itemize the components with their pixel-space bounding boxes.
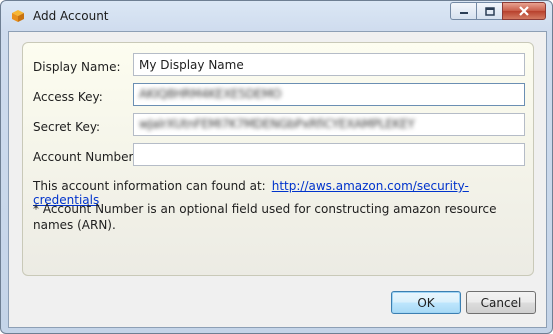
window-title: Add Account bbox=[33, 9, 109, 23]
title-bar[interactable]: Add Account bbox=[1, 1, 552, 31]
dialog-body: Display Name: Access Key: AKIQ8HRM4KEXE5… bbox=[8, 31, 547, 328]
display-name-input[interactable] bbox=[133, 53, 525, 76]
info-text: This account information can found at: bbox=[33, 179, 266, 193]
minimize-button[interactable] bbox=[450, 2, 476, 20]
ok-button[interactable]: OK bbox=[391, 291, 461, 314]
orange-cube-icon bbox=[12, 10, 24, 22]
secret-key-input[interactable]: wJalrXUtnFEMI7K7MDENGbPxRfiCYEXAMPLEKEY bbox=[133, 113, 525, 136]
caption-buttons bbox=[450, 2, 546, 22]
account-number-label: Account Number* bbox=[33, 150, 140, 164]
access-key-value: AKIQ8HRM4KEXE5DEMO bbox=[139, 87, 282, 101]
display-name-label: Display Name: bbox=[33, 60, 121, 74]
minimize-icon bbox=[459, 12, 468, 14]
add-account-window: Add Account Display Name: Access Key: AK… bbox=[0, 0, 553, 334]
secret-key-label: Secret Key: bbox=[33, 120, 101, 134]
account-number-input[interactable] bbox=[133, 143, 525, 166]
close-icon bbox=[519, 6, 529, 16]
account-number-note: * Account Number is an optional field us… bbox=[33, 202, 497, 232]
account-form-panel: Display Name: Access Key: AKIQ8HRM4KEXE5… bbox=[22, 42, 534, 276]
maximize-icon bbox=[484, 6, 495, 16]
close-button[interactable] bbox=[502, 2, 546, 20]
secret-key-value: wJalrXUtnFEMI7K7MDENGbPxRfiCYEXAMPLEKEY bbox=[139, 117, 415, 131]
cancel-button[interactable]: Cancel bbox=[466, 291, 536, 314]
maximize-button[interactable] bbox=[476, 2, 502, 20]
access-key-label: Access Key: bbox=[33, 90, 103, 104]
access-key-input[interactable]: AKIQ8HRM4KEXE5DEMO bbox=[133, 83, 525, 106]
